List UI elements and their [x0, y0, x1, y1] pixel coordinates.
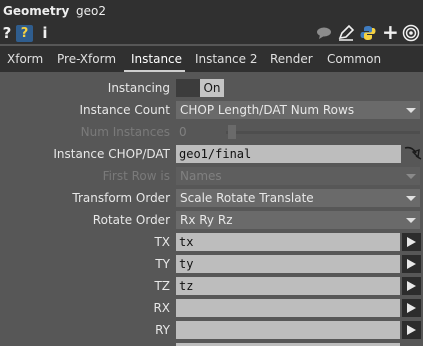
tab-common[interactable]: Common: [327, 52, 381, 66]
dropdown-value: Scale Rotate Translate: [180, 191, 314, 205]
rotate-order-dropdown[interactable]: Rx Ry Rz: [176, 211, 420, 229]
info-icon[interactable]: i: [40, 24, 50, 42]
tab-xform[interactable]: Xform: [7, 52, 43, 66]
active-tab-indicator: [124, 70, 185, 72]
tab-pre-xform[interactable]: Pre-Xform: [57, 52, 116, 66]
param-label: First Row is: [102, 169, 170, 183]
transform-order-dropdown[interactable]: Scale Rotate Translate: [176, 189, 420, 207]
tab-render[interactable]: Render: [270, 52, 313, 66]
num-instances-slider-handle[interactable]: [228, 125, 236, 139]
title-bar: Geometry geo2: [0, 0, 423, 22]
param-tz: TZ tz: [0, 276, 423, 296]
param-instance-chop-dat: Instance CHOP/DAT geo1/final: [0, 144, 423, 164]
field-value: tx: [179, 235, 194, 249]
operator-type: Geometry: [3, 4, 70, 18]
param-label: TZ: [154, 279, 170, 293]
param-rx: RX: [0, 298, 423, 318]
param-label: RX: [153, 301, 170, 315]
drop-target-icon[interactable]: [403, 144, 423, 164]
param-instance-count: Instance Count CHOP Length/DAT Num Rows: [0, 100, 423, 120]
field-value: ty: [179, 257, 194, 271]
instance-chop-dat-field[interactable]: geo1/final: [176, 145, 401, 163]
param-label: Instancing: [107, 81, 170, 95]
rx-menu-button[interactable]: [402, 299, 421, 317]
rx-field[interactable]: [176, 299, 400, 317]
param-label: TX: [154, 235, 170, 249]
play-arrow-icon: [407, 237, 416, 247]
python-help-icon[interactable]: ?: [16, 25, 33, 42]
param-rotate-order: Rotate Order Rx Ry Rz: [0, 210, 423, 230]
play-arrow-icon: [407, 325, 416, 335]
dropdown-value: Names: [180, 169, 222, 183]
tz-field[interactable]: tz: [176, 277, 400, 295]
plus-icon[interactable]: +: [382, 22, 399, 42]
toolbar: ? ? i +: [0, 22, 423, 44]
tz-menu-button[interactable]: [402, 277, 421, 295]
play-arrow-icon: [407, 281, 416, 291]
play-arrow-icon: [407, 303, 416, 313]
first-row-is-dropdown[interactable]: Names: [176, 167, 420, 185]
num-instances-value[interactable]: 0: [179, 125, 187, 139]
play-arrow-icon: [407, 259, 416, 269]
param-ry: RY: [0, 320, 423, 340]
param-label: TY: [155, 257, 170, 271]
ty-menu-button[interactable]: [402, 255, 421, 273]
instance-count-dropdown[interactable]: CHOP Length/DAT Num Rows: [176, 101, 420, 119]
tab-instance[interactable]: Instance: [131, 52, 182, 66]
field-value: tz: [179, 279, 194, 293]
chevron-down-icon: [406, 174, 416, 179]
tab-bar: Xform Pre-Xform Instance Instance 2 Rend…: [0, 46, 423, 72]
python-icon[interactable]: [359, 24, 377, 42]
chevron-down-icon: [406, 196, 416, 201]
comment-icon[interactable]: [315, 24, 333, 42]
chevron-down-icon: [406, 108, 416, 113]
tx-field[interactable]: tx: [176, 233, 400, 251]
edit-icon[interactable]: [337, 24, 355, 42]
ry-menu-button[interactable]: [402, 321, 421, 339]
toggle-state[interactable]: On: [200, 79, 224, 97]
param-instancing: Instancing On: [0, 78, 423, 98]
field-value: geo1/final: [179, 147, 252, 161]
param-label: Transform Order: [72, 191, 170, 205]
ry-field[interactable]: [176, 321, 400, 339]
param-label: Instance Count: [79, 103, 171, 117]
param-num-instances: Num Instances 0: [0, 122, 423, 142]
help-icon[interactable]: ?: [1, 24, 13, 42]
tx-menu-button[interactable]: [402, 233, 421, 251]
tab-instance-2[interactable]: Instance 2: [195, 52, 258, 66]
dropdown-value: Rx Ry Rz: [180, 213, 233, 227]
dropdown-value: CHOP Length/DAT Num Rows: [180, 103, 355, 117]
param-label: Instance CHOP/DAT: [53, 147, 170, 161]
param-label: Num Instances: [80, 125, 170, 139]
ty-field[interactable]: ty: [176, 255, 400, 273]
param-label: Rotate Order: [92, 213, 170, 227]
param-ty: TY ty: [0, 254, 423, 274]
operator-name[interactable]: geo2: [76, 4, 106, 18]
num-instances-slider-track[interactable]: [226, 131, 420, 134]
toggle-off-segment[interactable]: [176, 79, 200, 97]
target-icon[interactable]: [402, 24, 420, 42]
param-transform-order: Transform Order Scale Rotate Translate: [0, 188, 423, 208]
param-label: RY: [155, 323, 170, 337]
chevron-down-icon: [406, 218, 416, 223]
param-tx: TX tx: [0, 232, 423, 252]
instancing-toggle[interactable]: On: [176, 79, 224, 97]
param-first-row-is: First Row is Names: [0, 166, 423, 186]
